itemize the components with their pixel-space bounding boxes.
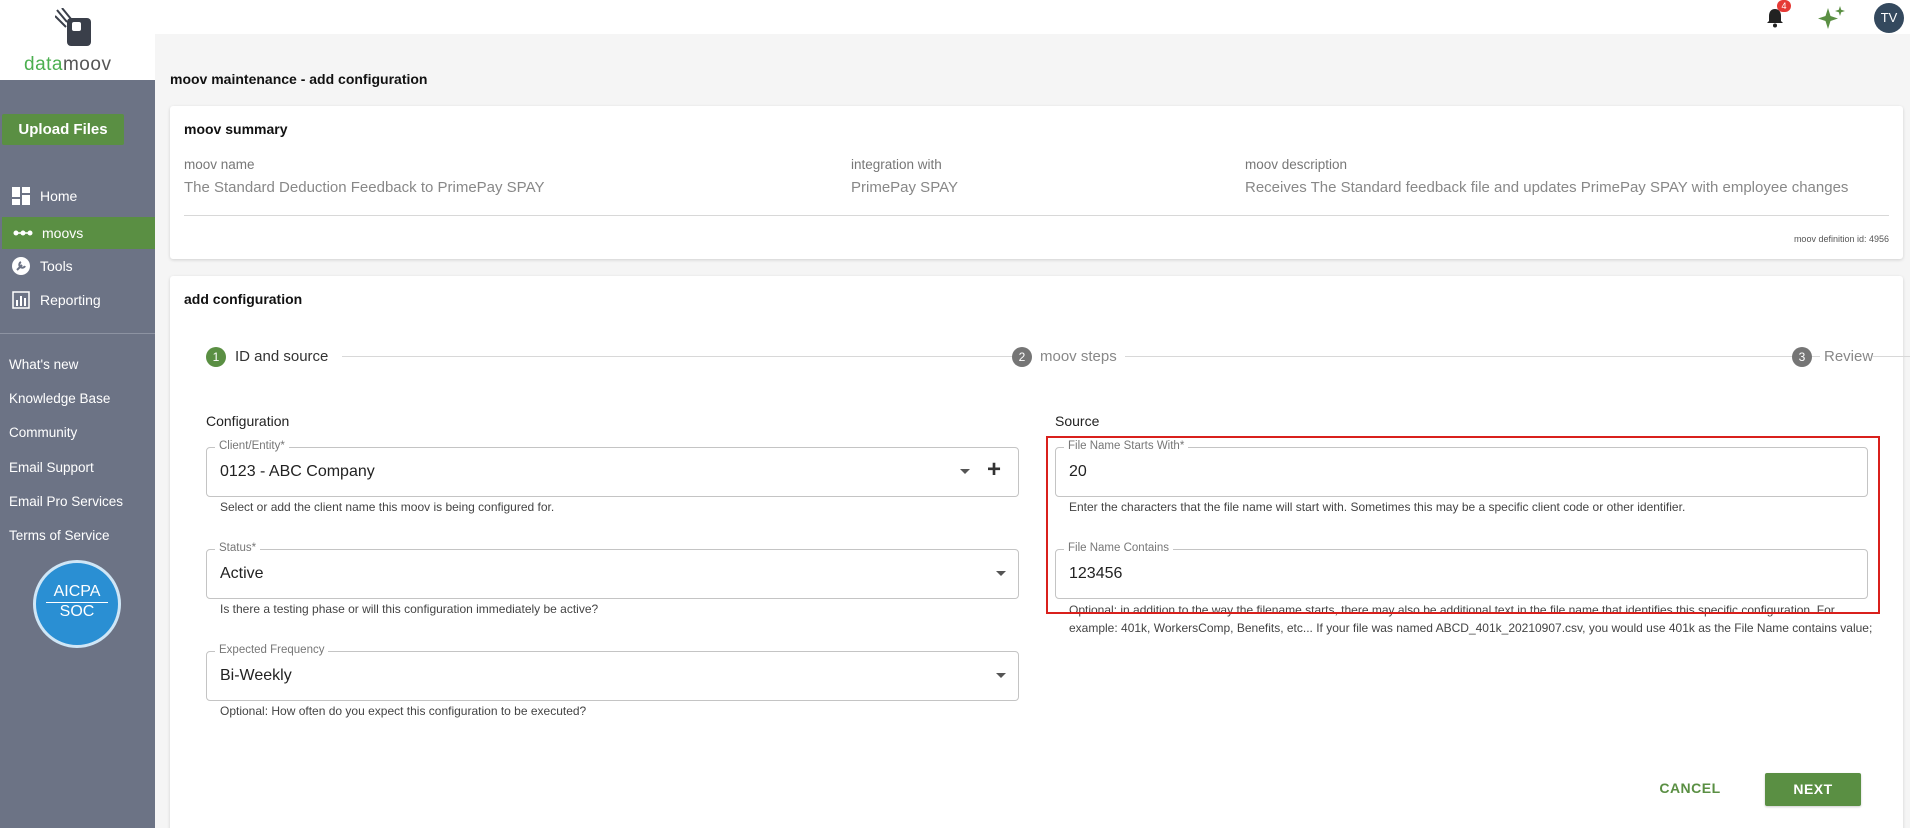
moov-definition-id: moov definition id: 4956: [1793, 234, 1889, 244]
client-entity-label: Client/Entity*: [215, 440, 289, 452]
sidebar-item-reporting[interactable]: Reporting: [0, 284, 155, 316]
moov-name-label: moov name: [184, 157, 255, 172]
frequency-helper: Optional: How often do you expect this c…: [220, 704, 587, 718]
frequency-select[interactable]: Expected Frequency Bi-Weekly: [206, 644, 1019, 701]
chevron-down-icon[interactable]: [960, 469, 970, 474]
frequency-label: Expected Frequency: [215, 644, 329, 656]
cancel-button[interactable]: CANCEL: [1645, 771, 1735, 805]
chevron-down-icon[interactable]: [996, 571, 1006, 576]
add-client-icon[interactable]: +: [982, 458, 1006, 483]
status-select[interactable]: Status* Active: [206, 542, 1019, 599]
frequency-value: Bi-Weekly: [220, 667, 292, 684]
aicpa-soc-badge: AICPA SOC: [33, 560, 121, 648]
description-value: Receives The Standard feedback file and …: [1245, 179, 1849, 196]
ai-sparkle-icon[interactable]: [1815, 4, 1847, 32]
moov-summary-card: moov summary moov name The Standard Dedu…: [170, 106, 1903, 259]
integration-value: PrimePay SPAY: [851, 179, 958, 196]
sidebar: datamoov Upload Files Home moovs Tools R…: [0, 0, 155, 828]
sidebar-item-label: Home: [40, 188, 78, 204]
sidebar-item-moovs[interactable]: moovs: [2, 217, 155, 249]
sidebar-item-label: moovs: [42, 225, 84, 241]
configuration-heading: Configuration: [206, 413, 290, 429]
status-helper: Is there a testing phase or will this co…: [220, 602, 599, 616]
step-3-label: Review: [1820, 348, 1874, 365]
link-community[interactable]: Community: [9, 425, 77, 440]
step-3-circle: 3: [1792, 347, 1812, 367]
step-2-label: moov steps: [1032, 348, 1125, 365]
sidebar-divider: [0, 333, 155, 334]
user-avatar[interactable]: TV: [1874, 3, 1904, 33]
client-entity-select[interactable]: Client/Entity* 0123 - ABC Company +: [206, 440, 1019, 497]
client-entity-helper: Select or add the client name this moov …: [220, 500, 555, 514]
logo-text: datamoov: [24, 54, 112, 75]
datamoov-logo-icon: [55, 8, 91, 46]
dashboard-icon: [11, 186, 31, 206]
chevron-down-icon[interactable]: [996, 673, 1006, 678]
sidebar-item-tools[interactable]: Tools: [0, 250, 155, 282]
client-entity-value: 0123 - ABC Company: [220, 463, 375, 480]
top-bar: [155, 0, 1910, 34]
sidebar-item-label: Tools: [40, 258, 73, 274]
status-label: Status*: [215, 542, 261, 554]
upload-files-button[interactable]: Upload Files: [2, 114, 124, 145]
link-email-support[interactable]: Email Support: [9, 460, 94, 475]
description-label: moov description: [1245, 157, 1348, 172]
status-value: Active: [220, 565, 264, 582]
sidebar-item-home[interactable]: Home: [0, 180, 155, 212]
link-terms-of-service[interactable]: Terms of Service: [9, 528, 110, 543]
moovs-icon: [13, 223, 33, 243]
source-heading: Source: [1055, 413, 1100, 429]
step-1-circle: 1: [206, 347, 226, 367]
integration-label: integration with: [851, 157, 942, 172]
link-email-pro-services[interactable]: Email Pro Services: [9, 494, 123, 509]
config-title: add configuration: [184, 291, 303, 307]
summary-divider: [184, 215, 1889, 216]
notification-count-badge: 4: [1777, 0, 1791, 12]
moov-name-value: The Standard Deduction Feedback to Prime…: [184, 179, 545, 196]
logo[interactable]: datamoov: [0, 0, 155, 80]
page-title: moov maintenance - add configuration: [170, 71, 428, 87]
link-knowledge-base[interactable]: Knowledge Base: [9, 391, 110, 406]
sidebar-item-label: Reporting: [40, 292, 101, 308]
source-highlight-box: [1046, 436, 1880, 614]
summary-title: moov summary: [184, 121, 288, 137]
step-1-label: ID and source: [235, 348, 337, 365]
step-2-circle: 2: [1012, 347, 1032, 367]
next-button[interactable]: NEXT: [1765, 773, 1861, 806]
wrench-icon: [11, 256, 31, 276]
bar-chart-icon: [11, 290, 31, 310]
link-whats-new[interactable]: What's new: [9, 357, 78, 372]
